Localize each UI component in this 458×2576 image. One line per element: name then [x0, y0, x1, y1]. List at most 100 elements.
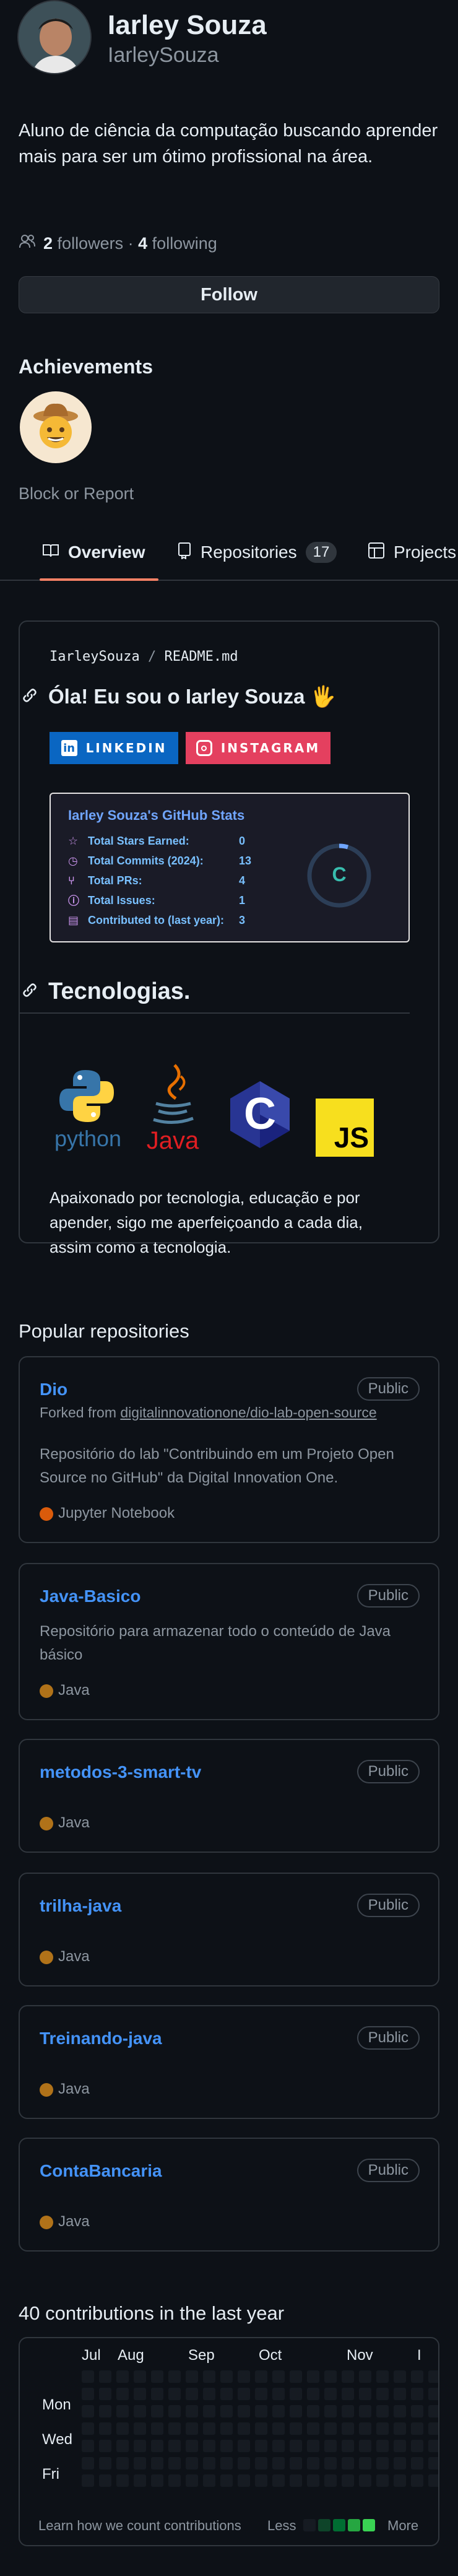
repo-name-link[interactable]: Treinando-java — [40, 2029, 162, 2048]
contribution-day-cell[interactable] — [168, 2405, 181, 2417]
contribution-day-cell[interactable] — [290, 2388, 302, 2400]
contribution-day-cell[interactable] — [307, 2388, 319, 2400]
contribution-day-cell[interactable] — [151, 2422, 163, 2435]
contribution-day-cell[interactable] — [307, 2457, 319, 2469]
achievement-badge[interactable] — [20, 391, 92, 463]
contribution-day-cell[interactable] — [255, 2440, 267, 2452]
contribution-day-cell[interactable] — [168, 2474, 181, 2487]
contribution-day-cell[interactable] — [99, 2405, 111, 2417]
contribution-day-cell[interactable] — [82, 2457, 94, 2469]
readme-owner-link[interactable]: IarleySouza — [50, 649, 140, 664]
contribution-day-cell[interactable] — [99, 2440, 111, 2452]
contribution-day-cell[interactable] — [272, 2474, 285, 2487]
contribution-day-cell[interactable] — [359, 2474, 371, 2487]
contribution-day-cell[interactable] — [376, 2405, 389, 2417]
contribution-day-cell[interactable] — [290, 2405, 302, 2417]
contribution-day-cell[interactable] — [238, 2388, 250, 2400]
contribution-day-cell[interactable] — [186, 2474, 198, 2487]
contribution-day-cell[interactable] — [82, 2405, 94, 2417]
contribution-day-cell[interactable] — [220, 2422, 233, 2435]
anchor-link-icon[interactable] — [20, 981, 48, 1002]
contribution-day-cell[interactable] — [376, 2388, 389, 2400]
following-count[interactable]: 4 — [138, 234, 147, 253]
contribution-day-cell[interactable] — [255, 2370, 267, 2383]
contribution-day-cell[interactable] — [394, 2457, 406, 2469]
contribution-day-cell[interactable] — [342, 2440, 354, 2452]
contribution-day-cell[interactable] — [203, 2440, 215, 2452]
contribution-day-cell[interactable] — [324, 2405, 337, 2417]
contribution-day-cell[interactable] — [116, 2457, 129, 2469]
contribution-day-cell[interactable] — [238, 2457, 250, 2469]
contribution-day-cell[interactable] — [99, 2457, 111, 2469]
avatar[interactable] — [17, 0, 92, 74]
contribution-day-cell[interactable] — [116, 2370, 129, 2383]
contribution-day-cell[interactable] — [324, 2422, 337, 2435]
contribution-day-cell[interactable] — [168, 2457, 181, 2469]
followers-link[interactable]: followers — [58, 234, 124, 253]
contribution-day-cell[interactable] — [134, 2422, 146, 2435]
contribution-day-cell[interactable] — [134, 2440, 146, 2452]
contribution-day-cell[interactable] — [82, 2474, 94, 2487]
learn-contributions-link[interactable]: Learn how we count contributions — [38, 2518, 241, 2534]
contribution-day-cell[interactable] — [116, 2474, 129, 2487]
contribution-day-cell[interactable] — [342, 2422, 354, 2435]
contribution-day-cell[interactable] — [324, 2370, 337, 2383]
contribution-day-cell[interactable] — [272, 2422, 285, 2435]
contribution-day-cell[interactable] — [359, 2457, 371, 2469]
contribution-day-cell[interactable] — [411, 2388, 423, 2400]
instagram-badge[interactable]: INSTAGRAM — [186, 732, 331, 764]
contribution-day-cell[interactable] — [428, 2422, 438, 2435]
contribution-day-cell[interactable] — [82, 2388, 94, 2400]
contribution-day-cell[interactable] — [411, 2405, 423, 2417]
contribution-day-cell[interactable] — [82, 2370, 94, 2383]
contribution-day-cell[interactable] — [272, 2405, 285, 2417]
readme-file-link[interactable]: README.md — [164, 649, 238, 664]
contribution-day-cell[interactable] — [307, 2474, 319, 2487]
contribution-day-cell[interactable] — [238, 2370, 250, 2383]
contribution-day-cell[interactable] — [116, 2440, 129, 2452]
contribution-day-cell[interactable] — [342, 2388, 354, 2400]
contribution-day-cell[interactable] — [394, 2405, 406, 2417]
contribution-day-cell[interactable] — [238, 2440, 250, 2452]
contribution-day-cell[interactable] — [272, 2388, 285, 2400]
contribution-day-cell[interactable] — [220, 2388, 233, 2400]
contribution-day-cell[interactable] — [186, 2405, 198, 2417]
contribution-day-cell[interactable] — [428, 2457, 438, 2469]
contribution-day-cell[interactable] — [151, 2405, 163, 2417]
contribution-day-cell[interactable] — [359, 2370, 371, 2383]
repo-name-link[interactable]: Java-Basico — [40, 1586, 140, 1606]
contribution-day-cell[interactable] — [428, 2474, 438, 2487]
contribution-day-cell[interactable] — [394, 2370, 406, 2383]
contribution-day-cell[interactable] — [376, 2440, 389, 2452]
repo-name-link[interactable]: trilha-java — [40, 1896, 121, 1916]
contribution-day-cell[interactable] — [307, 2370, 319, 2383]
tab-projects[interactable]: Projects — [368, 524, 456, 581]
contribution-day-cell[interactable] — [186, 2388, 198, 2400]
contribution-day-cell[interactable] — [168, 2370, 181, 2383]
contribution-day-cell[interactable] — [203, 2457, 215, 2469]
contribution-day-cell[interactable] — [134, 2370, 146, 2383]
contribution-day-cell[interactable] — [272, 2440, 285, 2452]
repo-name-link[interactable]: ContaBancaria — [40, 2161, 162, 2181]
contribution-day-cell[interactable] — [134, 2457, 146, 2469]
contribution-day-cell[interactable] — [411, 2370, 423, 2383]
contribution-day-cell[interactable] — [290, 2422, 302, 2435]
contribution-day-cell[interactable] — [151, 2388, 163, 2400]
contribution-day-cell[interactable] — [220, 2457, 233, 2469]
followers-count[interactable]: 2 — [43, 234, 53, 253]
contribution-day-cell[interactable] — [342, 2370, 354, 2383]
block-report-link[interactable]: Block or Report — [19, 484, 134, 503]
contribution-day-cell[interactable] — [255, 2405, 267, 2417]
github-stats-card[interactable]: Iarley Souza's GitHub Stats ☆ Total Stars… — [50, 793, 410, 942]
contribution-day-cell[interactable] — [220, 2440, 233, 2452]
contribution-day-cell[interactable] — [203, 2405, 215, 2417]
contribution-day-cell[interactable] — [203, 2388, 215, 2400]
tab-overview[interactable]: Overview — [42, 524, 145, 581]
contribution-day-cell[interactable] — [99, 2370, 111, 2383]
contribution-day-cell[interactable] — [428, 2405, 438, 2417]
contribution-day-cell[interactable] — [238, 2405, 250, 2417]
tab-repositories[interactable]: Repositories 17 — [177, 524, 337, 581]
forked-from-link[interactable]: digitalinnovationone/dio-lab-open-source — [120, 1404, 376, 1421]
contribution-day-cell[interactable] — [168, 2422, 181, 2435]
contribution-day-cell[interactable] — [290, 2370, 302, 2383]
